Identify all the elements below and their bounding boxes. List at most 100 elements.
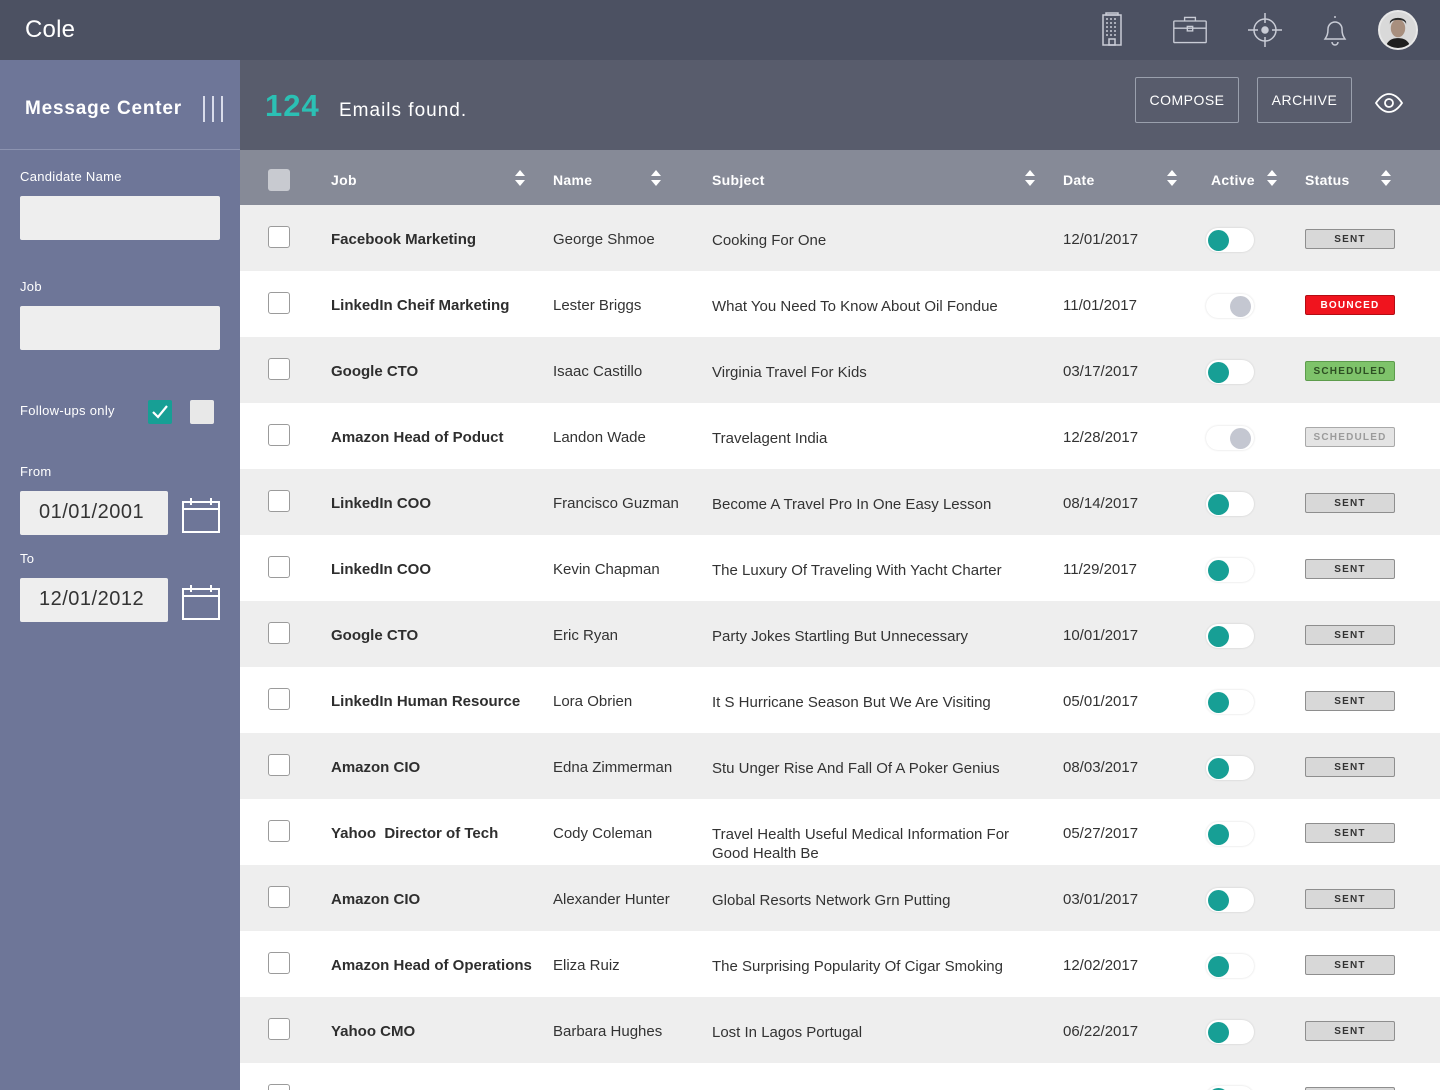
- active-toggle[interactable]: [1206, 492, 1254, 516]
- column-header-active[interactable]: Active: [1211, 172, 1255, 188]
- row-job: Amazon Head of Poduct: [331, 429, 504, 446]
- row-subject[interactable]: The Luxury Of Traveling With Yacht Chart…: [712, 561, 1032, 580]
- table-row[interactable]: Yahoo CMO Barbara Hughes Lost In Lagos P…: [240, 997, 1440, 1063]
- row-name: Eric Ryan: [553, 627, 619, 644]
- row-date: 06/22/2017: [1063, 1023, 1139, 1040]
- calendar-icon[interactable]: [182, 497, 220, 533]
- select-all-checkbox[interactable]: [268, 169, 290, 191]
- calendar-icon[interactable]: [182, 584, 220, 620]
- sort-status-icon[interactable]: [1381, 170, 1391, 186]
- table-row[interactable]: Amazon CIO Alexander Hunter Global Resor…: [240, 865, 1440, 931]
- followups-secondary-checkbox[interactable]: [190, 400, 214, 424]
- row-checkbox[interactable]: [268, 688, 290, 710]
- table-row[interactable]: Google CTO Eric Ryan Party Jokes Startli…: [240, 601, 1440, 667]
- row-checkbox[interactable]: [268, 820, 290, 842]
- row-subject[interactable]: Stu Unger Rise And Fall Of A Poker Geniu…: [712, 759, 1032, 778]
- table-row[interactable]: LinkedIn COO Kevin Chapman The Luxury Of…: [240, 535, 1440, 601]
- top-bar: Cole: [0, 0, 1440, 60]
- row-checkbox[interactable]: [268, 754, 290, 776]
- row-date: 12/01/2017: [1063, 231, 1139, 248]
- row-subject[interactable]: It S Hurricane Season But We Are Visitin…: [712, 693, 1032, 712]
- to-date-input[interactable]: 12/01/2012: [20, 578, 168, 622]
- active-toggle[interactable]: [1206, 756, 1254, 780]
- sort-date-icon[interactable]: [1167, 170, 1177, 186]
- active-toggle[interactable]: [1206, 294, 1254, 318]
- row-checkbox[interactable]: [268, 622, 290, 644]
- candidate-name-input[interactable]: [20, 196, 220, 240]
- compose-button[interactable]: COMPOSE: [1135, 77, 1239, 123]
- table-row[interactable]: [240, 1063, 1440, 1090]
- row-checkbox[interactable]: [268, 952, 290, 974]
- active-toggle[interactable]: [1206, 822, 1254, 846]
- row-subject[interactable]: Lost In Lagos Portugal: [712, 1023, 1032, 1042]
- table-header: Job Name Subject Date Active Status: [240, 150, 1440, 205]
- row-job: Yahoo CMO: [331, 1023, 416, 1040]
- row-date: 03/01/2017: [1063, 891, 1139, 908]
- email-table-body: Facebook Marketing George Shmoe Cooking …: [240, 205, 1440, 1090]
- active-toggle[interactable]: [1206, 426, 1254, 450]
- sort-active-icon[interactable]: [1267, 170, 1277, 186]
- menu-bars-icon[interactable]: [203, 96, 225, 122]
- followups-checkbox[interactable]: [148, 400, 172, 424]
- active-toggle[interactable]: [1206, 690, 1254, 714]
- table-row[interactable]: Yahoo Director of Tech Cody Coleman Trav…: [240, 799, 1440, 865]
- active-toggle[interactable]: [1206, 228, 1254, 252]
- row-checkbox[interactable]: [268, 1018, 290, 1040]
- table-row[interactable]: Amazon Head of Poduct Landon Wade Travel…: [240, 403, 1440, 469]
- table-row[interactable]: Amazon CIO Edna Zimmerman Stu Unger Rise…: [240, 733, 1440, 799]
- sort-job-icon[interactable]: [515, 170, 525, 186]
- row-checkbox[interactable]: [268, 1084, 290, 1090]
- job-input[interactable]: [20, 306, 220, 350]
- column-header-status[interactable]: Status: [1305, 172, 1350, 188]
- row-checkbox[interactable]: [268, 292, 290, 314]
- table-row[interactable]: LinkedIn Cheif Marketing Lester Briggs W…: [240, 271, 1440, 337]
- row-subject[interactable]: Cooking For One: [712, 231, 1032, 250]
- column-header-subject[interactable]: Subject: [712, 172, 765, 188]
- eye-icon[interactable]: [1374, 88, 1404, 114]
- active-toggle[interactable]: [1206, 624, 1254, 648]
- row-checkbox[interactable]: [268, 886, 290, 908]
- row-subject[interactable]: Virginia Travel For Kids: [712, 363, 1032, 382]
- row-subject[interactable]: Become A Travel Pro In One Easy Lesson: [712, 495, 1032, 514]
- table-row[interactable]: LinkedIn COO Francisco Guzman Become A T…: [240, 469, 1440, 535]
- row-checkbox[interactable]: [268, 556, 290, 578]
- row-subject[interactable]: Travelagent India: [712, 429, 1032, 448]
- row-subject[interactable]: Party Jokes Startling But Unnecessary: [712, 627, 1032, 646]
- briefcase-icon[interactable]: [1170, 10, 1210, 50]
- archive-button[interactable]: ARCHIVE: [1257, 77, 1352, 123]
- column-header-date[interactable]: Date: [1063, 172, 1095, 188]
- bell-icon[interactable]: [1315, 10, 1355, 50]
- active-toggle[interactable]: [1206, 888, 1254, 912]
- crosshair-icon[interactable]: [1245, 10, 1285, 50]
- active-toggle[interactable]: [1206, 954, 1254, 978]
- status-badge: SENT: [1305, 889, 1395, 909]
- column-header-job[interactable]: Job: [331, 172, 357, 188]
- table-row[interactable]: Google CTO Isaac Castillo Virginia Trave…: [240, 337, 1440, 403]
- row-checkbox[interactable]: [268, 358, 290, 380]
- user-avatar[interactable]: [1378, 10, 1418, 50]
- brand-name: Cole: [25, 16, 76, 43]
- row-subject[interactable]: The Surprising Popularity Of Cigar Smoki…: [712, 957, 1032, 976]
- row-subject[interactable]: Travel Health Useful Medical Information…: [712, 825, 1012, 863]
- active-toggle[interactable]: [1206, 558, 1254, 582]
- table-row[interactable]: LinkedIn Human Resource Lora Obrien It S…: [240, 667, 1440, 733]
- table-row[interactable]: Facebook Marketing George Shmoe Cooking …: [240, 205, 1440, 271]
- checkmark-icon: [152, 405, 168, 419]
- row-checkbox[interactable]: [268, 226, 290, 248]
- building-icon[interactable]: [1092, 10, 1132, 50]
- row-checkbox[interactable]: [268, 424, 290, 446]
- column-header-name[interactable]: Name: [553, 172, 592, 188]
- sort-name-icon[interactable]: [651, 170, 661, 186]
- sort-subject-icon[interactable]: [1025, 170, 1035, 186]
- active-toggle[interactable]: [1206, 360, 1254, 384]
- row-job: LinkedIn Human Resource: [331, 693, 521, 710]
- row-subject[interactable]: What You Need To Know About Oil Fondue: [712, 297, 1032, 316]
- active-toggle[interactable]: [1206, 1020, 1254, 1044]
- active-toggle[interactable]: [1206, 1086, 1254, 1090]
- from-date-input[interactable]: 01/01/2001: [20, 491, 168, 535]
- status-badge: SENT: [1305, 823, 1395, 843]
- row-checkbox[interactable]: [268, 490, 290, 512]
- row-job: Facebook Marketing: [331, 231, 477, 248]
- row-subject[interactable]: Global Resorts Network Grn Putting: [712, 891, 1032, 910]
- table-row[interactable]: Amazon Head of Operations Eliza Ruiz The…: [240, 931, 1440, 997]
